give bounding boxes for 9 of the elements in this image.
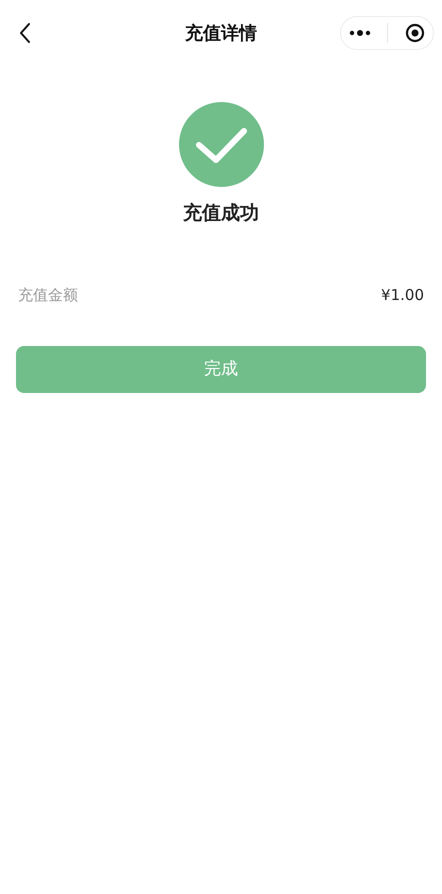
amount-value: ¥1.00 xyxy=(381,284,424,306)
page-title: 充值详情 xyxy=(185,22,257,46)
target-icon[interactable] xyxy=(404,23,425,43)
more-icon[interactable] xyxy=(349,30,372,36)
result-title: 充值成功 xyxy=(183,201,259,226)
success-check-icon xyxy=(178,102,264,187)
amount-label: 充值金额 xyxy=(18,284,78,306)
back-icon xyxy=(19,22,31,44)
done-button[interactable]: 完成 xyxy=(16,346,426,393)
